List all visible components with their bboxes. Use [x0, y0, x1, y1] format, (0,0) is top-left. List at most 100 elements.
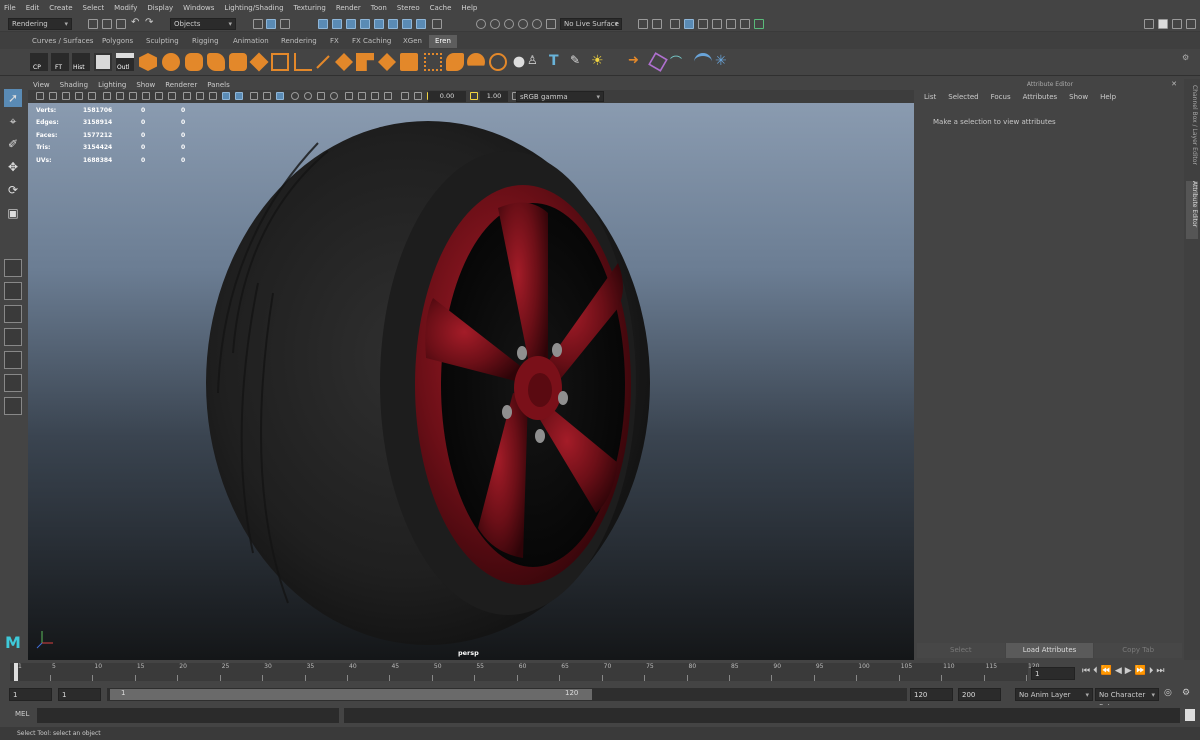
deformer-icon[interactable]: ⌒	[670, 53, 688, 71]
combine-icon[interactable]	[335, 53, 353, 71]
select-camera-icon[interactable]	[36, 92, 44, 100]
four-pane-layout-icon[interactable]	[4, 282, 22, 300]
image-plane-icon[interactable]	[75, 92, 83, 100]
menu-display[interactable]: Display	[147, 4, 173, 12]
xray-joints-icon[interactable]	[358, 92, 366, 100]
light-editor-icon[interactable]	[754, 19, 764, 29]
undo-icon[interactable]: ↶	[131, 18, 141, 29]
viewport-menu-panels[interactable]: Panels	[207, 81, 230, 89]
menu-windows[interactable]: Windows	[183, 4, 214, 12]
depth-of-field-icon[interactable]	[330, 92, 338, 100]
multi-cut-icon[interactable]	[314, 53, 332, 71]
character-set-dropdown[interactable]: No Character Set	[1095, 688, 1159, 711]
paint-select-icon[interactable]: ✐	[4, 135, 22, 153]
gamma-icon[interactable]	[414, 92, 422, 100]
snap-view-plane-icon[interactable]	[518, 19, 528, 29]
script-editor-icon[interactable]	[1185, 709, 1195, 721]
sun-light-icon[interactable]: ☀	[591, 53, 609, 71]
checker-icon[interactable]	[94, 53, 112, 71]
poly-torus-icon[interactable]	[207, 53, 225, 71]
xray-icon[interactable]	[235, 92, 243, 100]
live-surface-field[interactable]: No Live Surface	[560, 18, 622, 30]
field-chart-icon[interactable]	[142, 92, 150, 100]
menu-stereo[interactable]: Stereo	[397, 4, 420, 12]
shelf-button-ft[interactable]: FT	[51, 53, 69, 71]
selection-mode-dropdown[interactable]: Objects	[170, 18, 236, 30]
gamma-lock-icon[interactable]	[470, 92, 478, 100]
ae-menu-show[interactable]: Show	[1069, 93, 1088, 105]
use-all-lights-icon[interactable]	[263, 92, 271, 100]
bend-icon[interactable]	[694, 53, 712, 71]
time-slider-ruler[interactable]: 1 5 10 15 20 25 30 35 40 45 50 55 60 65 70 75 80 85 90 95 10…	[10, 663, 1039, 681]
shelf-tab-fx[interactable]: FX	[324, 35, 345, 48]
time-slider[interactable]: 1 5 10 15 20 25 30 35 40 45 50 55 60 65 70 75 80 85 90 95 10…	[0, 660, 1200, 685]
safe-title-icon[interactable]	[168, 92, 176, 100]
wireframe-icon[interactable]	[183, 92, 191, 100]
menu-edit[interactable]: Edit	[26, 4, 40, 12]
safe-action-icon[interactable]	[155, 92, 163, 100]
snap-curve-icon[interactable]	[490, 19, 500, 29]
single-pane-layout-icon[interactable]	[4, 259, 22, 277]
shelf-tab-rigging[interactable]: Rigging	[186, 35, 225, 48]
motion-blur-icon[interactable]	[304, 92, 312, 100]
toggle-channel-box-icon[interactable]	[1158, 19, 1168, 29]
render-current-frame-icon[interactable]	[670, 19, 680, 29]
viewport-persp[interactable]: Verts: 1581706 0 0 Edges: 3158914 0 0 Fa…	[28, 103, 914, 660]
workspace-icon[interactable]	[1144, 19, 1154, 29]
menu-texturing[interactable]: Texturing	[294, 4, 326, 12]
mask-rendering-icon[interactable]	[402, 19, 412, 29]
render-view-icon[interactable]	[698, 19, 708, 29]
mask-misc-icon[interactable]	[416, 19, 426, 29]
poly-pipe-icon[interactable]	[229, 53, 247, 71]
go-to-end-icon[interactable]: ⏭	[1156, 666, 1167, 676]
playback-start-field[interactable]: 1	[58, 688, 101, 701]
toggle-attribute-editor-icon[interactable]	[1186, 19, 1196, 29]
play-backwards-icon[interactable]: ◀	[1115, 666, 1125, 676]
anim-layer-dropdown[interactable]: No Anim Layer	[1015, 688, 1093, 701]
mask-dynamics-icon[interactable]	[388, 19, 398, 29]
go-to-start-icon[interactable]: ⏮	[1082, 666, 1093, 676]
tab-channel-box-layer-editor[interactable]: Channel Box / Layer Editor	[1186, 85, 1198, 175]
construction-history-icon[interactable]	[652, 19, 662, 29]
range-slider-handle[interactable]	[110, 689, 592, 700]
snap-point-icon[interactable]	[504, 19, 514, 29]
resolution-gate-icon[interactable]	[116, 92, 124, 100]
anti-aliasing-icon[interactable]	[317, 92, 325, 100]
mask-joints-icon[interactable]	[332, 19, 342, 29]
text-tool-icon[interactable]: T	[549, 53, 567, 71]
current-frame-field[interactable]: 1	[1031, 667, 1075, 680]
poly-cube-icon[interactable]	[139, 53, 157, 71]
shelf-tab-sculpting[interactable]: Sculpting	[140, 35, 185, 48]
toggle-tool-settings-icon[interactable]	[1172, 19, 1182, 29]
mel-label[interactable]: MEL	[15, 710, 29, 718]
ae-menu-focus[interactable]: Focus	[991, 93, 1011, 105]
snap-surface-icon[interactable]	[532, 19, 542, 29]
shelf-tab-polygons[interactable]: Polygons	[96, 35, 139, 48]
smooth-shade-icon[interactable]	[196, 92, 204, 100]
shelf-tab-rendering[interactable]: Rendering	[275, 35, 323, 48]
shelf-button-cp[interactable]: CP	[30, 53, 48, 71]
load-attributes-button[interactable]: Load Attributes	[1005, 643, 1094, 658]
custom-layout-icon[interactable]	[4, 397, 22, 415]
bookmark-icon[interactable]	[62, 92, 70, 100]
hypershade-persp-layout-icon[interactable]	[4, 374, 22, 392]
menu-toon[interactable]: Toon	[371, 4, 387, 12]
mask-curves-icon[interactable]	[346, 19, 356, 29]
shelf-button-hist[interactable]: Hist	[72, 53, 90, 71]
poly-sphere-icon[interactable]	[162, 53, 180, 71]
wheel-render[interactable]	[28, 103, 914, 660]
open-scene-icon[interactable]	[102, 19, 112, 29]
bridge-icon[interactable]	[424, 53, 442, 71]
pin-icon[interactable]: ✎	[570, 53, 588, 71]
exposure-field[interactable]: 0.00	[428, 91, 466, 102]
command-input[interactable]	[37, 708, 339, 723]
render-setup-icon[interactable]	[740, 19, 750, 29]
menu-help[interactable]: Help	[461, 4, 477, 12]
smooth-icon[interactable]	[378, 53, 396, 71]
film-gate-icon[interactable]	[103, 92, 111, 100]
select-hierarchy-icon[interactable]	[253, 19, 263, 29]
mask-deformations-icon[interactable]	[374, 19, 384, 29]
make-live-icon[interactable]	[546, 19, 556, 29]
menu-file[interactable]: File	[4, 4, 16, 12]
menu-cache[interactable]: Cache	[430, 4, 452, 12]
